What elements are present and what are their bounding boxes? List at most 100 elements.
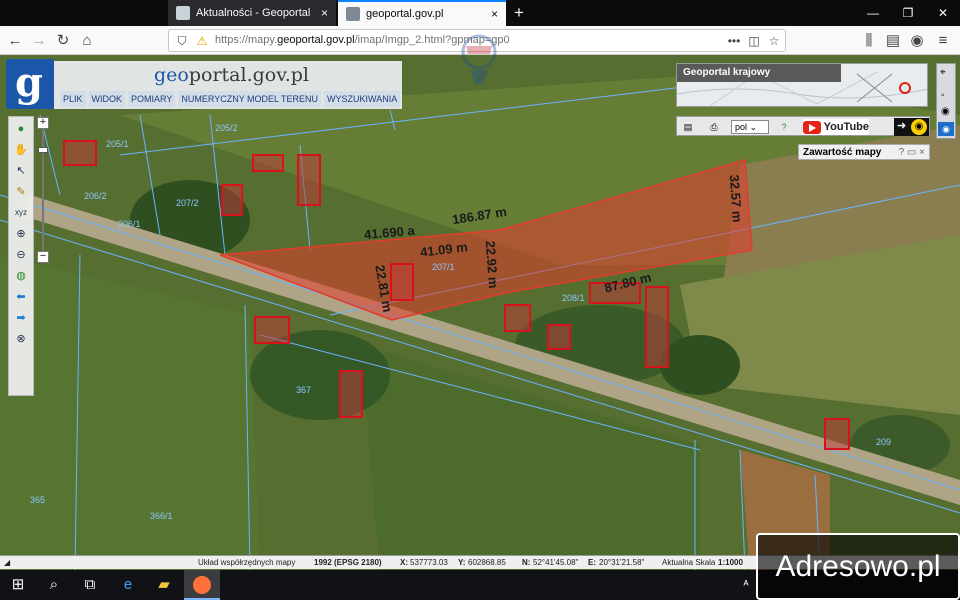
overview-map-panel[interactable]: Geoportal krajowy bbox=[676, 63, 928, 107]
parcel-number: 205/2 bbox=[215, 123, 238, 133]
right-tools-bar: ▤ ⎙ pol ⌄ ? YouTube ➜ ◉ bbox=[676, 116, 930, 136]
select-arrow-icon[interactable]: ↖ bbox=[13, 163, 29, 179]
resize-icon: ◢ bbox=[4, 558, 11, 567]
browser-tab-strip: Aktualności - Geoportal Krajowy × geopor… bbox=[0, 0, 960, 26]
zoom-out-icon[interactable]: ⊖ bbox=[13, 247, 29, 263]
map-content-panel[interactable]: Zawartość mapy ? ▭ × bbox=[798, 144, 930, 160]
sidebar-icon[interactable]: ▤ bbox=[882, 30, 904, 52]
scale-label: Aktualna Skala bbox=[662, 558, 716, 567]
parcel-number: 205/1 bbox=[106, 139, 129, 149]
parcel-number: 209 bbox=[876, 437, 892, 447]
remax-watermark bbox=[461, 34, 497, 84]
tree-cluster bbox=[660, 335, 740, 395]
portal-header: geoportal.gov.pl PLIK WIDOK POMIARY NUME… bbox=[54, 61, 402, 109]
menu-widok[interactable]: WIDOK bbox=[88, 91, 126, 107]
xyz-icon[interactable]: xyz bbox=[13, 205, 29, 221]
small-eye-icon[interactable]: ◉ bbox=[941, 106, 950, 117]
hamburger-menu-icon[interactable]: ≡ bbox=[932, 30, 954, 52]
firefox-icon[interactable] bbox=[184, 570, 220, 600]
view-toggle-icon[interactable]: ◉ bbox=[938, 122, 954, 136]
parcel-number: 208/1 bbox=[562, 293, 585, 303]
tab-title: geoportal.gov.pl bbox=[366, 8, 444, 20]
pan-hand-icon[interactable]: ✋ bbox=[13, 142, 29, 158]
close-tab-icon[interactable]: × bbox=[321, 6, 328, 20]
overview-title: Geoportal krajowy bbox=[677, 64, 841, 82]
portal-title: geoportal.gov.pl bbox=[154, 64, 309, 86]
windows-start-icon[interactable]: ⊞ bbox=[0, 570, 36, 600]
chevron-down-icon: ⌄ bbox=[749, 122, 758, 132]
forward-arrow-icon[interactable]: ➡ bbox=[13, 310, 29, 326]
globe-icon[interactable]: ◍ bbox=[13, 268, 29, 284]
minimize-icon[interactable]: — bbox=[858, 0, 888, 26]
print-icon[interactable]: ⎙ bbox=[707, 120, 721, 134]
youtube-label: YouTube bbox=[823, 121, 869, 133]
new-tab-button[interactable]: + bbox=[508, 2, 530, 24]
library-icon[interactable]: ⫼ bbox=[858, 30, 880, 52]
youtube-link[interactable]: YouTube bbox=[803, 119, 869, 135]
menu-pomiary[interactable]: POMIARY bbox=[128, 91, 176, 107]
lock-warning-icon[interactable]: ⚠ bbox=[193, 32, 211, 50]
n-value: 52°41'45.08" bbox=[533, 558, 579, 567]
info-icon[interactable]: ● bbox=[13, 121, 29, 137]
menu-wyszukiwania[interactable]: WYSZUKIWANIA bbox=[324, 91, 401, 107]
zoom-in-icon[interactable]: ⊕ bbox=[13, 226, 29, 242]
tab-aktualnosci[interactable]: Aktualności - Geoportal Krajowy × bbox=[168, 0, 336, 26]
zoom-plus-button[interactable]: + bbox=[37, 117, 49, 129]
tab-title: Aktualności - Geoportal Krajowy bbox=[196, 7, 313, 19]
parcel-number: 366/1 bbox=[150, 511, 173, 521]
logo-letter: g bbox=[15, 59, 43, 106]
e-value: 20°31'21.58" bbox=[599, 558, 645, 567]
menu-nmt[interactable]: NUMERYCZNY MODEL TERENU bbox=[178, 91, 322, 107]
eye-toggle[interactable]: ➜ ◉ bbox=[894, 118, 929, 136]
scale-value: 1:1000 bbox=[718, 558, 743, 567]
zoom-slider[interactable]: + − bbox=[37, 117, 49, 263]
bookmark-star-icon[interactable]: ☆ bbox=[765, 32, 783, 50]
parcel-number: 367 bbox=[296, 385, 312, 395]
parcel-number: 206/2 bbox=[84, 191, 107, 201]
adresowo-watermark: Adresowo.pl bbox=[756, 533, 960, 600]
eye-icon: ◉ bbox=[911, 119, 927, 135]
x-value: 537773.03 bbox=[410, 558, 448, 567]
back-arrow-icon[interactable]: ⬅ bbox=[13, 289, 29, 305]
x-label: X: bbox=[400, 558, 408, 567]
close-tab-icon[interactable]: × bbox=[491, 7, 498, 21]
e-label: E: bbox=[588, 558, 596, 567]
clear-icon[interactable]: ⊗ bbox=[13, 331, 29, 347]
restore-icon[interactable]: ❐ bbox=[893, 0, 923, 26]
forward-icon[interactable]: → bbox=[28, 30, 50, 52]
map-content-title: Zawartość mapy bbox=[803, 147, 882, 158]
youtube-play-icon bbox=[803, 120, 821, 134]
reload-icon[interactable]: ↻ bbox=[52, 30, 74, 52]
zoom-thumb[interactable] bbox=[38, 147, 48, 153]
help-icon[interactable]: ? bbox=[777, 120, 791, 134]
task-view-icon[interactable]: ⧉ bbox=[72, 570, 108, 600]
search-icon[interactable]: ⌕ bbox=[36, 570, 72, 600]
page-actions-icon[interactable]: ••• bbox=[723, 32, 745, 50]
pocket-icon[interactable]: ◫ bbox=[745, 32, 763, 50]
window-close-icon[interactable]: ✕ bbox=[928, 0, 958, 26]
file-explorer-icon[interactable]: ▰ bbox=[146, 570, 182, 600]
shield-icon[interactable]: ⛉ bbox=[173, 32, 191, 50]
language-value: pol bbox=[735, 122, 748, 132]
edge-icon[interactable]: e bbox=[110, 570, 146, 600]
language-select[interactable]: pol ⌄ bbox=[731, 120, 769, 134]
zoom-minus-button[interactable]: − bbox=[37, 251, 49, 263]
portal-menu: PLIK WIDOK POMIARY NUMERYCZNY MODEL TERE… bbox=[60, 91, 401, 107]
home-icon[interactable]: ⌂ bbox=[76, 30, 98, 52]
binoculars-icon[interactable]: ⌖ bbox=[940, 67, 946, 78]
tab-geoportal[interactable]: geoportal.gov.pl × bbox=[338, 0, 506, 26]
map-view[interactable]: 41.690 a 186.87 m 32.57 m 41.09 m 22.92 … bbox=[0, 55, 960, 570]
coord-system-value: 1992 (EPSG 2180) bbox=[314, 558, 382, 567]
panel-controls-icon[interactable]: ? ▭ × bbox=[899, 147, 925, 158]
account-icon[interactable]: ◉ bbox=[906, 30, 928, 52]
parcel-number: 207/2 bbox=[176, 198, 199, 208]
y-value: 602868.85 bbox=[468, 558, 506, 567]
pencil-icon[interactable]: ✎ bbox=[13, 184, 29, 200]
legend-icon[interactable]: ▤ bbox=[681, 120, 695, 134]
geoportal-logo[interactable]: g bbox=[6, 59, 54, 109]
n-label: N: bbox=[522, 558, 531, 567]
back-icon[interactable]: ← bbox=[4, 30, 26, 52]
pin-icon[interactable]: ◦ bbox=[941, 90, 945, 101]
title-geo: geo bbox=[154, 64, 189, 86]
menu-plik[interactable]: PLIK bbox=[60, 91, 86, 107]
